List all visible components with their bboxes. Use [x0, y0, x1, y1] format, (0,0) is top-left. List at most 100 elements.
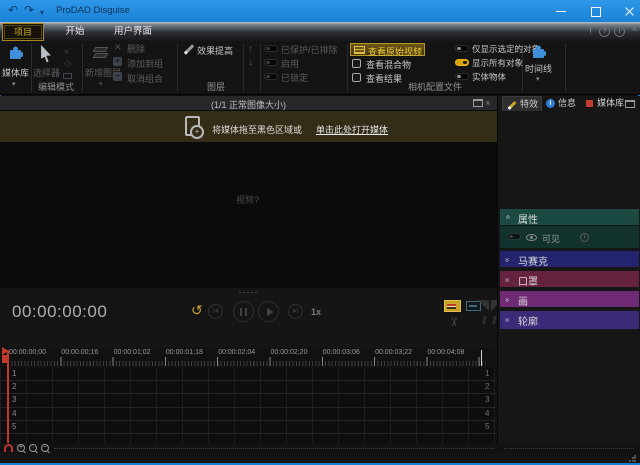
tab-info[interactable]: i 信息	[546, 96, 582, 111]
eye-icon	[526, 234, 537, 241]
preview-viewport[interactable]: 视频?	[0, 142, 497, 288]
group-label-layer: 图层	[85, 80, 347, 93]
chevron-down-icon[interactable]: ▾	[12, 80, 16, 88]
ribbon-toolbar: 媒体库 ▾ 选择器 « ◇ 编辑模式 新增图层 ▾ ✕ 删除 + 添加到组 − …	[0, 42, 640, 95]
add-to-group-button[interactable]: 添加到组	[127, 57, 163, 70]
minimize-button[interactable]	[544, 0, 578, 22]
media-drop-zone[interactable]: 将媒体拖至黑色区域或 单击此处打开媒体	[0, 111, 497, 142]
show-selected-only-toggle[interactable]	[455, 45, 469, 52]
lasso-icon[interactable]: ◇	[64, 59, 71, 68]
skip-start-button[interactable]: |◀	[208, 304, 223, 319]
about-icon[interactable]: i	[614, 26, 625, 37]
chevron-up-icon: »	[503, 216, 512, 219]
ruler-label: 00:00:01;02	[114, 349, 166, 356]
playback-speed[interactable]: 1x	[311, 307, 321, 317]
zoom-out-icon[interactable]: −	[41, 444, 49, 452]
locked-toggle[interactable]	[264, 73, 278, 80]
collapse-panel-icon[interactable]: »	[483, 102, 492, 105]
view-original-button[interactable]: 查看原始视频	[350, 43, 425, 56]
help-icon[interactable]: ?	[599, 26, 610, 37]
undock-window-icon[interactable]	[473, 99, 483, 107]
show-all-objects-toggle[interactable]	[455, 59, 469, 66]
track-row[interactable]: 3 3	[0, 394, 497, 407]
section-properties-label: 属性	[518, 211, 538, 226]
view-composite-checkbox[interactable]	[352, 59, 361, 68]
keyframe-clock-icon[interactable]	[580, 233, 589, 242]
close-button[interactable]	[612, 0, 640, 22]
delete-icon: ✕	[114, 43, 122, 52]
tab-effects[interactable]: 特效	[502, 96, 542, 111]
zoom-time-icon[interactable]: ·	[29, 444, 37, 452]
rect-select-icon[interactable]	[63, 73, 72, 79]
track-row[interactable]: 1 1	[0, 368, 497, 381]
select-prev-icon[interactable]: «	[64, 47, 69, 56]
titlebar[interactable]: ↶ ↷ ▾ ProDAD Disguise	[0, 0, 640, 22]
undo-icon[interactable]: ↶	[8, 3, 18, 17]
set-in-marker-button[interactable]	[444, 300, 461, 312]
redo-icon[interactable]: ↷	[24, 3, 34, 17]
section-draw[interactable]: » 画	[500, 291, 639, 307]
track-number-right: 1	[485, 369, 489, 378]
playhead-line[interactable]	[7, 350, 9, 443]
track-number-right: 3	[485, 395, 489, 404]
range-end-marker[interactable]	[481, 350, 482, 366]
timeline-tracks[interactable]: 1 1 2 2 3 3 4 4 5 5	[0, 368, 497, 443]
resize-grip[interactable]	[629, 455, 636, 462]
tab-start[interactable]: 开始	[52, 23, 98, 41]
film-icon	[354, 46, 365, 54]
move-layer-down-icon[interactable]: ↓	[248, 58, 253, 68]
section-properties[interactable]: » 属性	[500, 209, 639, 225]
divider	[565, 44, 566, 92]
group-label-camera-profile: 相机配置文件	[348, 80, 522, 93]
track-row[interactable]: 5 5	[0, 421, 497, 434]
cut-scissors-icon[interactable]: ✂	[447, 317, 461, 327]
tab-effects-label: 特效	[520, 97, 538, 112]
track-row-partial[interactable]	[0, 434, 497, 442]
tab-info-label: 信息	[558, 96, 576, 111]
tab-user-interface[interactable]: 用户界面	[102, 23, 164, 41]
quickbar-dropdown-icon[interactable]: ▾	[40, 6, 44, 20]
effect-boost-button[interactable]: 效果提高	[197, 44, 233, 57]
track-number: 3	[12, 395, 16, 404]
new-layer-icon	[93, 47, 109, 52]
timeline-ruler[interactable]: 00:00:00;00 00:00:00;16 00:00:01;02 00:0…	[0, 348, 497, 368]
zoom-in-icon[interactable]: +	[17, 444, 25, 452]
play-button[interactable]	[258, 301, 279, 322]
track-row[interactable]: 4 4	[0, 408, 497, 421]
puzzle-icon	[8, 45, 23, 60]
section-mosaic[interactable]: » 马赛克	[500, 251, 639, 267]
window-title: ProDAD Disguise	[56, 5, 130, 16]
timeline-button[interactable]: 时间线	[525, 62, 552, 75]
info-icon: i	[546, 99, 555, 108]
maximize-button[interactable]	[578, 0, 612, 22]
visible-label: 可见	[542, 232, 560, 245]
visible-row: 可见	[500, 226, 639, 248]
media-library-button[interactable]: 媒体库	[2, 66, 29, 79]
protected-toggle[interactable]	[264, 45, 278, 52]
loop-playback-icon[interactable]: ↺	[191, 303, 203, 317]
solid-objects-toggle[interactable]	[455, 73, 469, 80]
section-mask[interactable]: » 口罩	[500, 271, 639, 287]
enable-toggle[interactable]	[264, 59, 278, 66]
collapse-ribbon-icon[interactable]: ^	[629, 26, 640, 37]
pause-button[interactable]	[233, 301, 254, 322]
open-media-icon	[185, 116, 200, 136]
delete-button[interactable]: 删除	[127, 42, 145, 55]
trim-mark-icon	[482, 316, 487, 324]
move-layer-up-icon[interactable]: ↑	[248, 45, 253, 55]
section-outline[interactable]: » 轮廓	[500, 311, 639, 329]
visible-toggle[interactable]	[507, 233, 521, 240]
selector-button[interactable]: 选择器	[33, 66, 60, 79]
skip-end-button[interactable]: ▶|	[288, 304, 303, 319]
splitter-handle[interactable]: ·····	[0, 287, 497, 297]
snap-magnet-icon[interactable]	[4, 444, 13, 452]
open-media-link[interactable]: 单击此处打开媒体	[316, 123, 388, 136]
enable-label: 启用	[281, 57, 299, 70]
undock-panel-icon[interactable]	[625, 100, 635, 108]
track-row[interactable]: 2 2	[0, 381, 497, 394]
trim-left-icon[interactable]	[478, 300, 489, 311]
timeline-toolbar: + · −	[0, 443, 640, 453]
tab-project[interactable]: 项目	[2, 23, 44, 41]
alert-icon[interactable]: !	[585, 26, 596, 37]
chevron-down-icon[interactable]: ▾	[536, 75, 540, 83]
